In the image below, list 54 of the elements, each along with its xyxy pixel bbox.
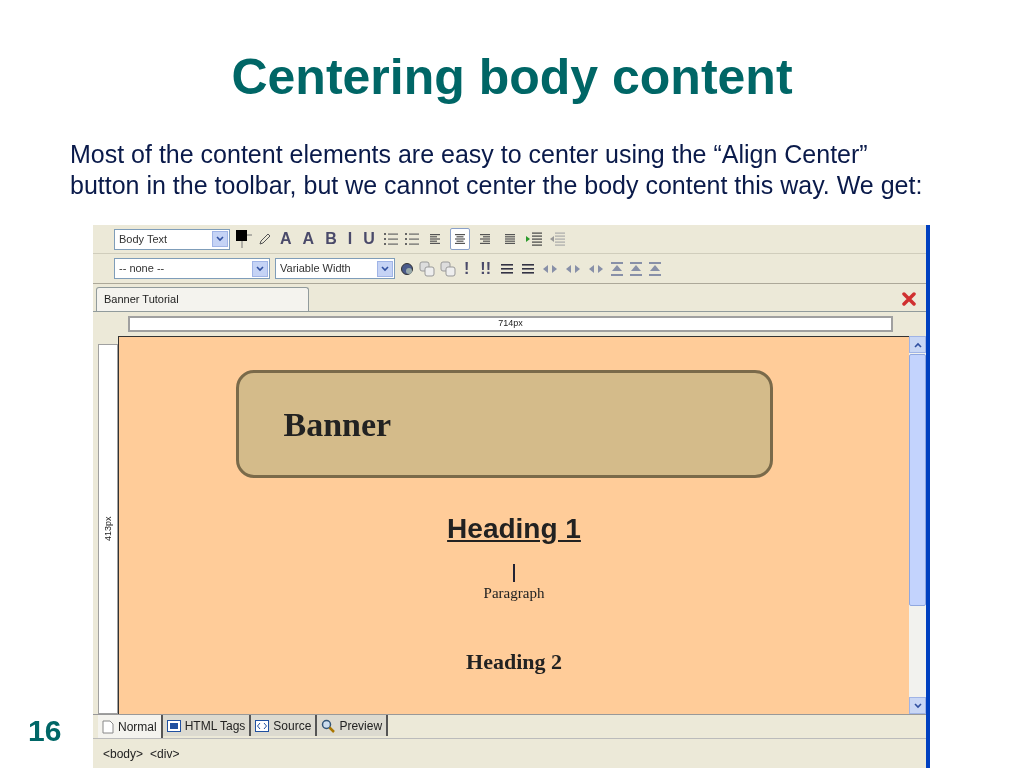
heading-1: Heading 1 — [447, 512, 581, 546]
align-center-icon — [453, 233, 466, 245]
lines-icon[interactable] — [520, 261, 536, 276]
style-dropdown[interactable]: -- none -- — [114, 258, 270, 279]
view-tab[interactable]: HTML Tags — [162, 715, 252, 736]
vertical-scrollbar[interactable] — [909, 336, 926, 714]
caret-icon — [212, 231, 228, 247]
close-icon[interactable] — [902, 292, 916, 306]
vertical-align-icon[interactable] — [610, 260, 624, 277]
style-dropdown[interactable]: Body Text — [114, 228, 230, 250]
format-button[interactable]: A — [299, 228, 318, 250]
slide-text: Most of the content elements are easy to center using the “Align Center” button in the toolbar, but we cannot center the body content this way. We get: — [70, 139, 924, 201]
format-button[interactable]: A — [277, 228, 295, 250]
text-color-icon[interactable] — [235, 229, 253, 249]
align-left-icon — [428, 233, 441, 245]
table-cell-icon — [166, 719, 181, 732]
page-icon — [102, 720, 114, 734]
document-tab[interactable]: Banner Tutorial — [96, 287, 309, 311]
scroll-up-icon[interactable] — [913, 341, 922, 348]
paragraph-text: Paragraph — [483, 584, 545, 603]
search-icon — [321, 718, 336, 733]
width-ruler: 714px — [128, 316, 893, 332]
indent-icon[interactable] — [524, 232, 543, 246]
heading-2: Heading 2 — [466, 647, 562, 676]
scroll-down-icon[interactable] — [913, 702, 922, 709]
vertical-align-icon[interactable] — [629, 260, 643, 277]
align-justify-icon — [503, 233, 516, 245]
code-icon — [255, 719, 270, 732]
banner-panel: Banner — [235, 370, 773, 478]
globe-icon[interactable] — [400, 261, 414, 276]
view-tab[interactable]: Preview — [317, 715, 389, 736]
tag-selector[interactable]: <div> — [150, 744, 180, 763]
bullet-list-icon[interactable] — [403, 232, 420, 246]
style-dropdown[interactable]: Variable Width — [275, 258, 395, 279]
numbered-list-icon[interactable] — [382, 232, 399, 246]
lines-icon[interactable] — [499, 261, 515, 276]
view-tab[interactable]: Source — [251, 715, 318, 736]
format-button[interactable]: U — [360, 228, 378, 250]
tag-selector[interactable]: <body> — [103, 744, 144, 763]
format-button[interactable]: I — [344, 228, 356, 250]
caret-icon — [252, 260, 268, 277]
align-center-button[interactable] — [449, 228, 470, 250]
format-button[interactable]: !! — [477, 257, 494, 280]
pencil-icon[interactable] — [258, 232, 272, 246]
view-tab[interactable]: Normal — [98, 715, 163, 739]
text-cursor — [513, 564, 515, 582]
vertical-align-icon[interactable] — [648, 260, 662, 277]
page-number: 16 — [28, 713, 62, 749]
caret-icon — [377, 260, 393, 277]
format-button[interactable]: B — [322, 228, 340, 250]
height-ruler: 413px — [98, 344, 118, 714]
align-right-icon — [478, 233, 491, 245]
slide-title: Centering body content — [230, 48, 794, 106]
format-button[interactable]: ! — [461, 257, 473, 280]
